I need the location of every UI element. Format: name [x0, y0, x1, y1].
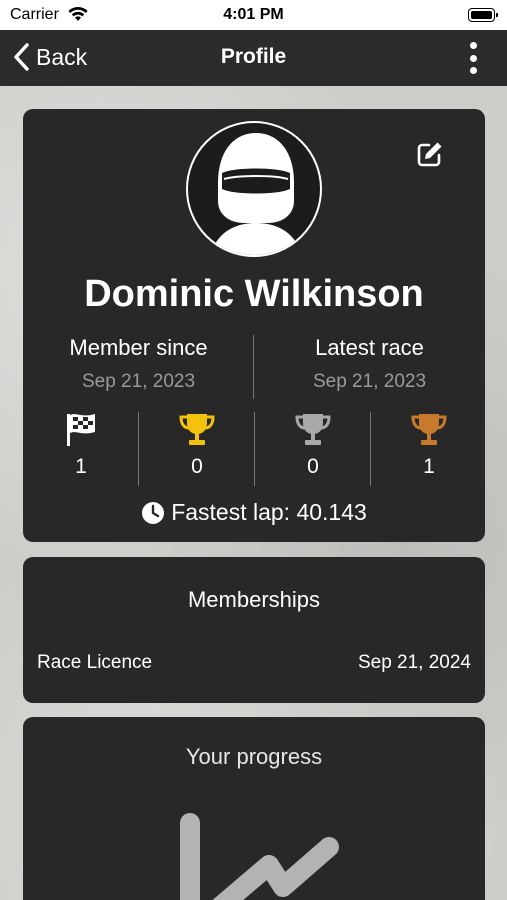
gold-trophy-icon [139, 409, 255, 449]
clock-icon [142, 501, 165, 524]
memberships-title: Memberships [187, 587, 321, 612]
helmet-avatar-icon [210, 133, 302, 255]
navigation-bar: Back Profile [0, 30, 507, 86]
bronze-count: 1 [423, 455, 435, 478]
clock-time: 4:01 PM [223, 6, 284, 23]
page-title: Profile [220, 45, 287, 68]
latest-race-value: Sep 21, 2023 [312, 371, 427, 392]
gold-stat: 0 [139, 409, 255, 479]
checkered-flag-icon [23, 409, 139, 449]
membership-name: Race Licence [37, 652, 153, 673]
bronze-trophy-icon [371, 409, 487, 449]
latest-race-block: Latest race Sep 21, 2023 [254, 335, 485, 393]
progress-card: Your progress [23, 717, 485, 900]
bronze-stat: 1 [371, 409, 487, 479]
races-count: 1 [75, 455, 87, 478]
silver-count: 0 [307, 455, 319, 478]
edit-profile-icon[interactable] [415, 139, 445, 169]
fastest-lap: Fastest lap: 40.143 [23, 499, 485, 526]
battery-icon [468, 8, 498, 22]
membership-date: Sep 21, 2024 [357, 652, 471, 673]
fastest-lap-text: Fastest lap: 40.143 [171, 499, 367, 525]
status-bar: Carrier 4:01 PM [0, 0, 507, 30]
user-name: Dominic Wilkinson [84, 273, 424, 315]
member-since-label: Member since [69, 335, 208, 360]
line-chart-icon [180, 813, 339, 900]
memberships-card: Memberships Race Licence Sep 21, 2024 [23, 557, 485, 703]
progress-title: Your progress [185, 744, 323, 769]
membership-row[interactable]: Race Licence Sep 21, 2024 [37, 652, 471, 674]
member-since-value: Sep 21, 2023 [81, 371, 196, 392]
member-since-block: Member since Sep 21, 2023 [23, 335, 254, 393]
avatar [186, 121, 322, 257]
gold-count: 0 [191, 455, 203, 478]
races-stat: 1 [23, 409, 139, 479]
silver-stat: 0 [255, 409, 371, 479]
more-options-icon[interactable] [460, 40, 486, 76]
silver-trophy-icon [255, 409, 371, 449]
latest-race-label: Latest race [315, 335, 424, 360]
profile-card: Dominic Wilkinson Member since Sep 21, 2… [23, 109, 485, 542]
